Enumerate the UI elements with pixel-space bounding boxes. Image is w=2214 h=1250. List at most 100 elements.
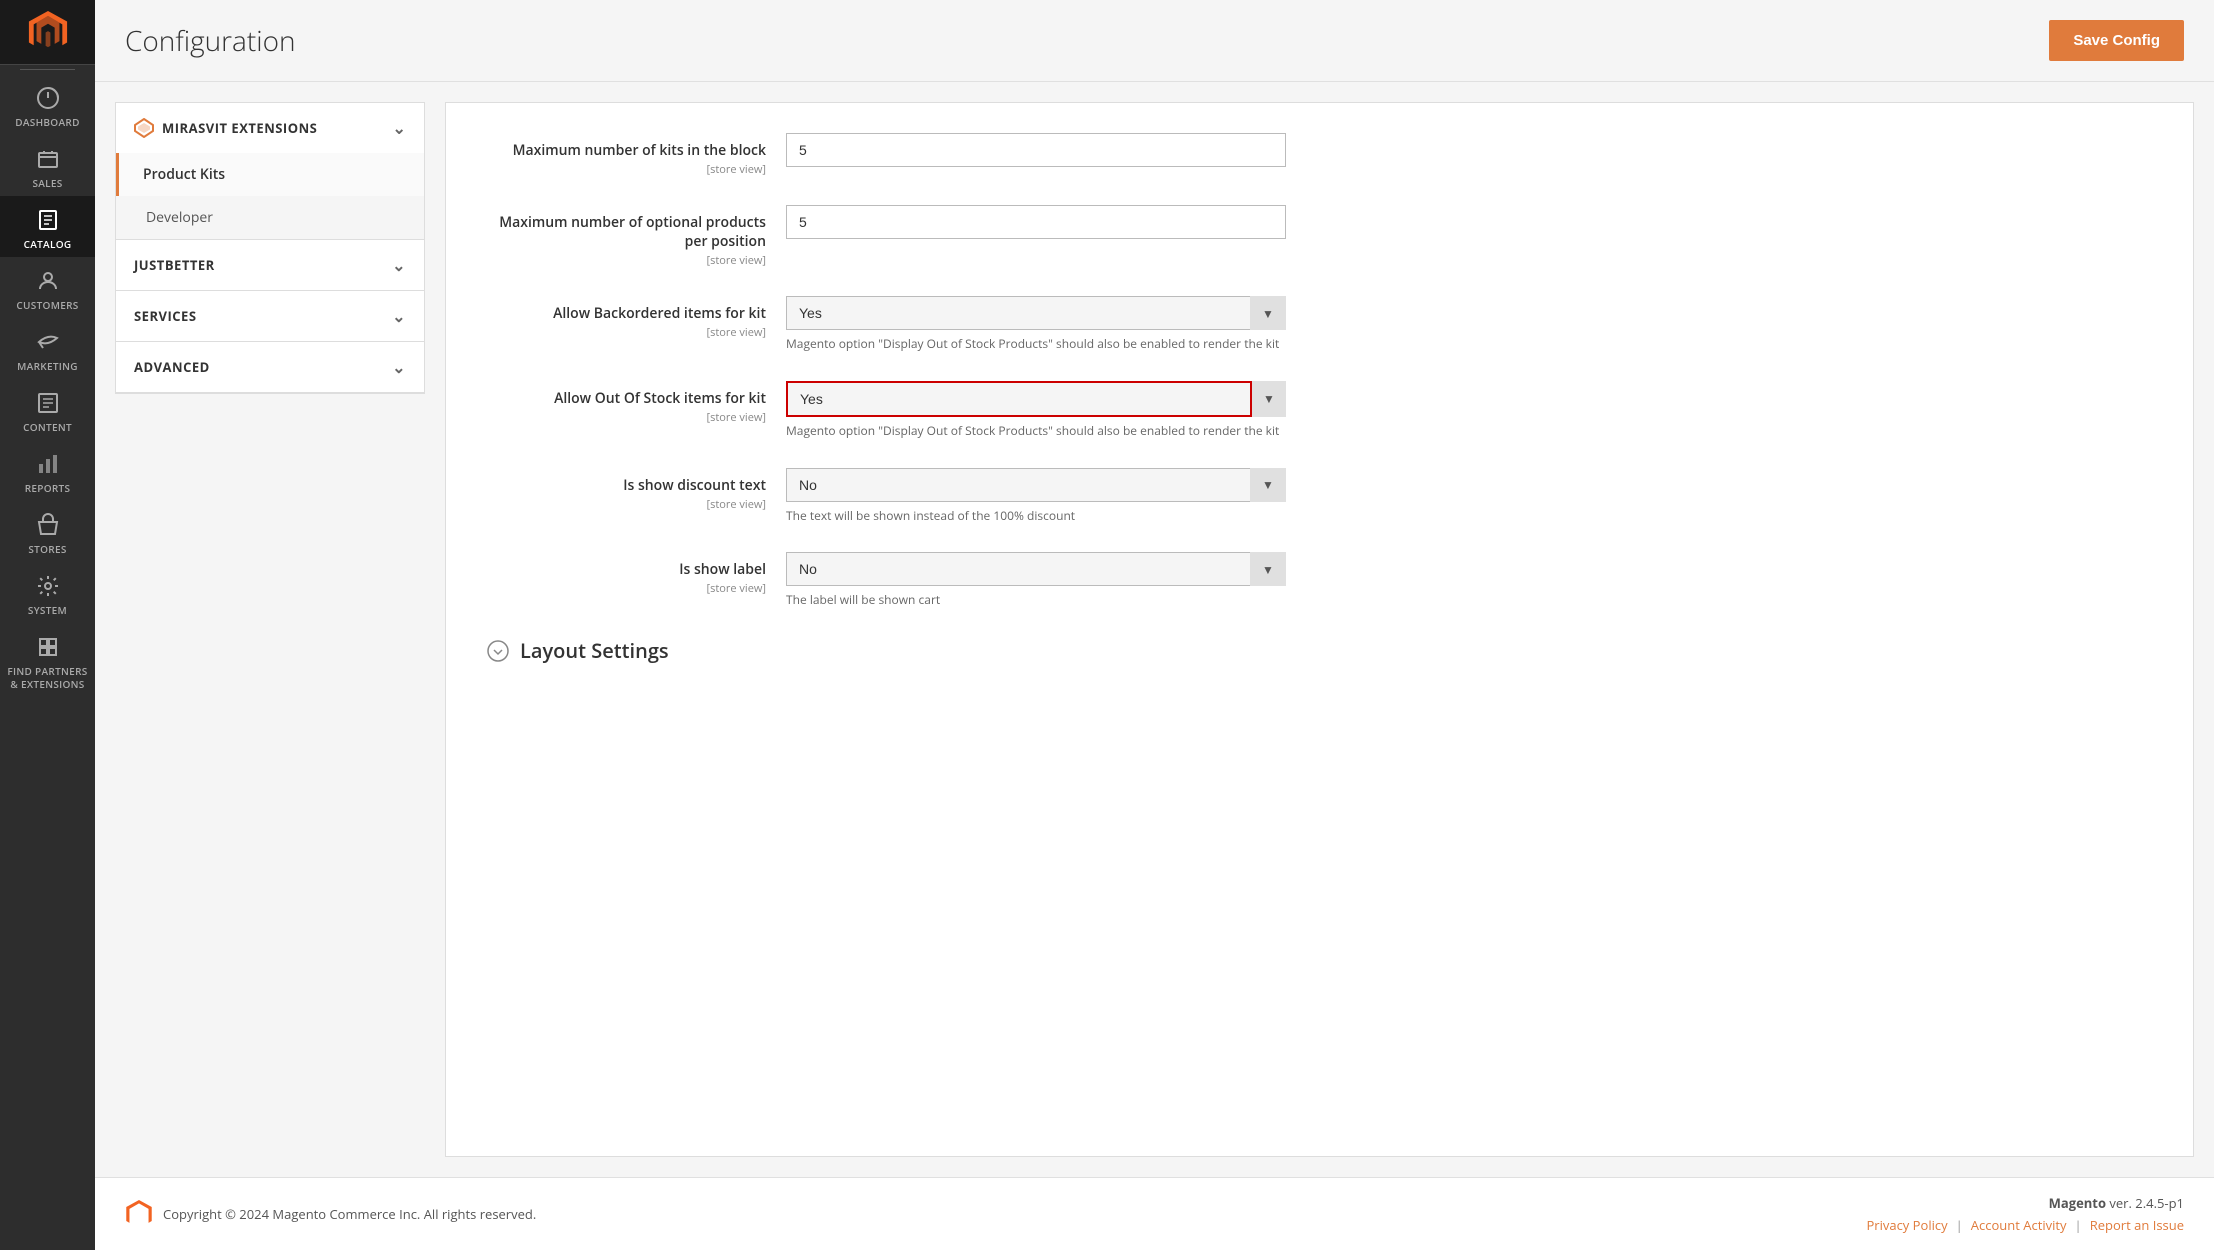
show-label-store-view: [store view] <box>486 581 766 596</box>
show-discount-store-view: [store view] <box>486 497 766 512</box>
services-chevron-icon: ⌄ <box>392 305 406 327</box>
nav-item-product-kits[interactable]: Product Kits <box>116 153 424 196</box>
reports-icon <box>34 450 62 478</box>
allow-out-of-stock-select[interactable]: Yes No <box>786 381 1286 417</box>
extensions-icon <box>34 633 62 661</box>
allow-backordered-label-text: Allow Backordered items for kit <box>486 304 766 323</box>
sidebar: DASHBOARD SALES CATALOG CUSTOMERS MARKET… <box>0 0 95 1250</box>
mirasvit-section-label: MIRASVIT EXTENSIONS <box>162 119 317 137</box>
justbetter-section-label: JUSTBETTER <box>134 256 215 274</box>
right-panel: Maximum number of kits in the block [sto… <box>445 102 2194 1157</box>
dashboard-icon <box>34 84 62 112</box>
sidebar-item-marketing-label: MARKETING <box>17 360 78 373</box>
sidebar-item-marketing[interactable]: MARKETING <box>0 318 95 379</box>
footer-copyright: Copyright © 2024 Magento Commerce Inc. A… <box>163 1205 536 1223</box>
footer-right: Magento ver. 2.4.5-p1 Privacy Policy | A… <box>1866 1194 2184 1234</box>
nav-item-product-kits-label: Product Kits <box>143 165 225 184</box>
show-discount-select[interactable]: Yes No <box>786 468 1286 502</box>
sidebar-item-dashboard[interactable]: DASHBOARD <box>0 74 95 135</box>
sidebar-item-dashboard-label: DASHBOARD <box>15 116 79 129</box>
footer-privacy-link[interactable]: Privacy Policy <box>1866 1216 1947 1234</box>
max-kits-block-label: Maximum number of kits in the block [sto… <box>486 133 786 177</box>
sidebar-item-sales[interactable]: SALES <box>0 135 95 196</box>
sidebar-item-customers[interactable]: CUSTOMERS <box>0 257 95 318</box>
footer-left: Copyright © 2024 Magento Commerce Inc. A… <box>125 1200 536 1228</box>
allow-out-of-stock-label-text: Allow Out Of Stock items for kit <box>486 389 766 408</box>
sidebar-item-catalog-label: CATALOG <box>24 238 72 251</box>
allow-backordered-control: Yes No ▼ Magento option "Display Out of … <box>786 296 2153 353</box>
sidebar-logo <box>0 0 95 65</box>
form-row-max-optional: Maximum number of optional products per … <box>486 205 2153 268</box>
show-label-label: Is show label [store view] <box>486 552 786 596</box>
form-row-allow-out-of-stock: Allow Out Of Stock items for kit [store … <box>486 381 2153 440</box>
sidebar-item-catalog[interactable]: CATALOG <box>0 196 95 257</box>
justbetter-chevron-icon: ⌄ <box>392 254 406 276</box>
content-area: MIRASVIT EXTENSIONS ⌃ Product Kits Devel… <box>95 82 2214 1177</box>
footer-sep-1: | <box>1956 1216 1963 1234</box>
footer-links: Privacy Policy | Account Activity | Repo… <box>1866 1216 2184 1234</box>
footer-report-link[interactable]: Report an Issue <box>2090 1216 2184 1234</box>
max-optional-store-view: [store view] <box>486 253 766 268</box>
show-discount-label: Is show discount text [store view] <box>486 468 786 512</box>
nav-section-services: SERVICES ⌄ <box>116 291 424 342</box>
footer-sep-2: | <box>2075 1216 2082 1234</box>
nav-section-justbetter-header[interactable]: JUSTBETTER ⌄ <box>116 240 424 290</box>
footer-version: Magento ver. 2.4.5-p1 <box>1866 1194 2184 1212</box>
show-label-hint: The label will be shown cart <box>786 592 1286 609</box>
sidebar-item-system-label: SYSTEM <box>28 604 67 617</box>
sidebar-item-sales-label: SALES <box>32 177 62 190</box>
allow-out-of-stock-label: Allow Out Of Stock items for kit [store … <box>486 381 786 425</box>
layout-settings-label: Layout Settings <box>520 637 669 664</box>
nav-section-justbetter: JUSTBETTER ⌄ <box>116 240 424 291</box>
show-label-control: Yes No ▼ The label will be shown cart <box>786 552 2153 609</box>
max-optional-control <box>786 205 2153 239</box>
sales-icon <box>34 145 62 173</box>
footer-magento-icon <box>125 1200 153 1228</box>
footer-activity-link[interactable]: Account Activity <box>1971 1216 2067 1234</box>
nav-item-developer[interactable]: Developer <box>116 196 424 239</box>
max-kits-block-label-text: Maximum number of kits in the block <box>486 141 766 160</box>
show-discount-select-wrap: Yes No ▼ <box>786 468 1286 502</box>
save-config-button[interactable]: Save Config <box>2049 20 2184 61</box>
footer-version-number: ver. 2.4.5-p1 <box>2109 1194 2184 1212</box>
sidebar-item-stores[interactable]: STORES <box>0 501 95 562</box>
sidebar-item-reports-label: REPORTS <box>25 482 71 495</box>
layout-settings-section-header[interactable]: Layout Settings <box>486 637 2153 664</box>
sidebar-item-customers-label: CUSTOMERS <box>16 299 78 312</box>
sidebar-item-system[interactable]: SYSTEM <box>0 562 95 623</box>
max-optional-label: Maximum number of optional products per … <box>486 205 786 268</box>
marketing-icon <box>34 328 62 356</box>
page-title: Configuration <box>125 22 296 60</box>
max-kits-block-input[interactable] <box>786 133 1286 167</box>
stores-icon <box>34 511 62 539</box>
allow-out-of-stock-hint: Magento option "Display Out of Stock Pro… <box>786 423 1286 440</box>
mirasvit-chevron-icon: ⌃ <box>392 117 406 139</box>
show-label-select[interactable]: Yes No <box>786 552 1286 586</box>
show-discount-control: Yes No ▼ The text will be shown instead … <box>786 468 2153 525</box>
advanced-chevron-icon: ⌄ <box>392 356 406 378</box>
show-label-label-text: Is show label <box>486 560 766 579</box>
allow-backordered-hint: Magento option "Display Out of Stock Pro… <box>786 336 1286 353</box>
show-discount-hint: The text will be shown instead of the 10… <box>786 508 1286 525</box>
nav-section-advanced-header[interactable]: ADVANCED ⌄ <box>116 342 424 392</box>
mirasvit-nav-items: Product Kits Developer <box>116 153 424 239</box>
left-nav-panel: MIRASVIT EXTENSIONS ⌃ Product Kits Devel… <box>115 102 425 394</box>
nav-section-mirasvit: MIRASVIT EXTENSIONS ⌃ Product Kits Devel… <box>116 103 424 240</box>
mirasvit-diamond-icon <box>134 118 154 138</box>
footer-version-label: Magento <box>2049 1194 2106 1212</box>
advanced-section-label: ADVANCED <box>134 358 210 376</box>
page-header: Configuration Save Config <box>95 0 2214 82</box>
layout-settings-toggle-icon <box>486 639 510 663</box>
sidebar-item-extensions[interactable]: FIND PARTNERS & EXTENSIONS <box>0 623 95 697</box>
allow-backordered-select[interactable]: Yes No <box>786 296 1286 330</box>
system-icon <box>34 572 62 600</box>
sidebar-item-content[interactable]: CONTENT <box>0 379 95 440</box>
allow-out-of-stock-store-view: [store view] <box>486 410 766 425</box>
sidebar-divider-top <box>20 69 75 70</box>
magento-logo-icon <box>27 11 69 53</box>
sidebar-item-reports[interactable]: REPORTS <box>0 440 95 501</box>
max-optional-input[interactable] <box>786 205 1286 239</box>
nav-section-services-header[interactable]: SERVICES ⌄ <box>116 291 424 341</box>
nav-section-mirasvit-header[interactable]: MIRASVIT EXTENSIONS ⌃ <box>116 103 424 153</box>
mirasvit-logo: MIRASVIT EXTENSIONS <box>134 118 317 138</box>
